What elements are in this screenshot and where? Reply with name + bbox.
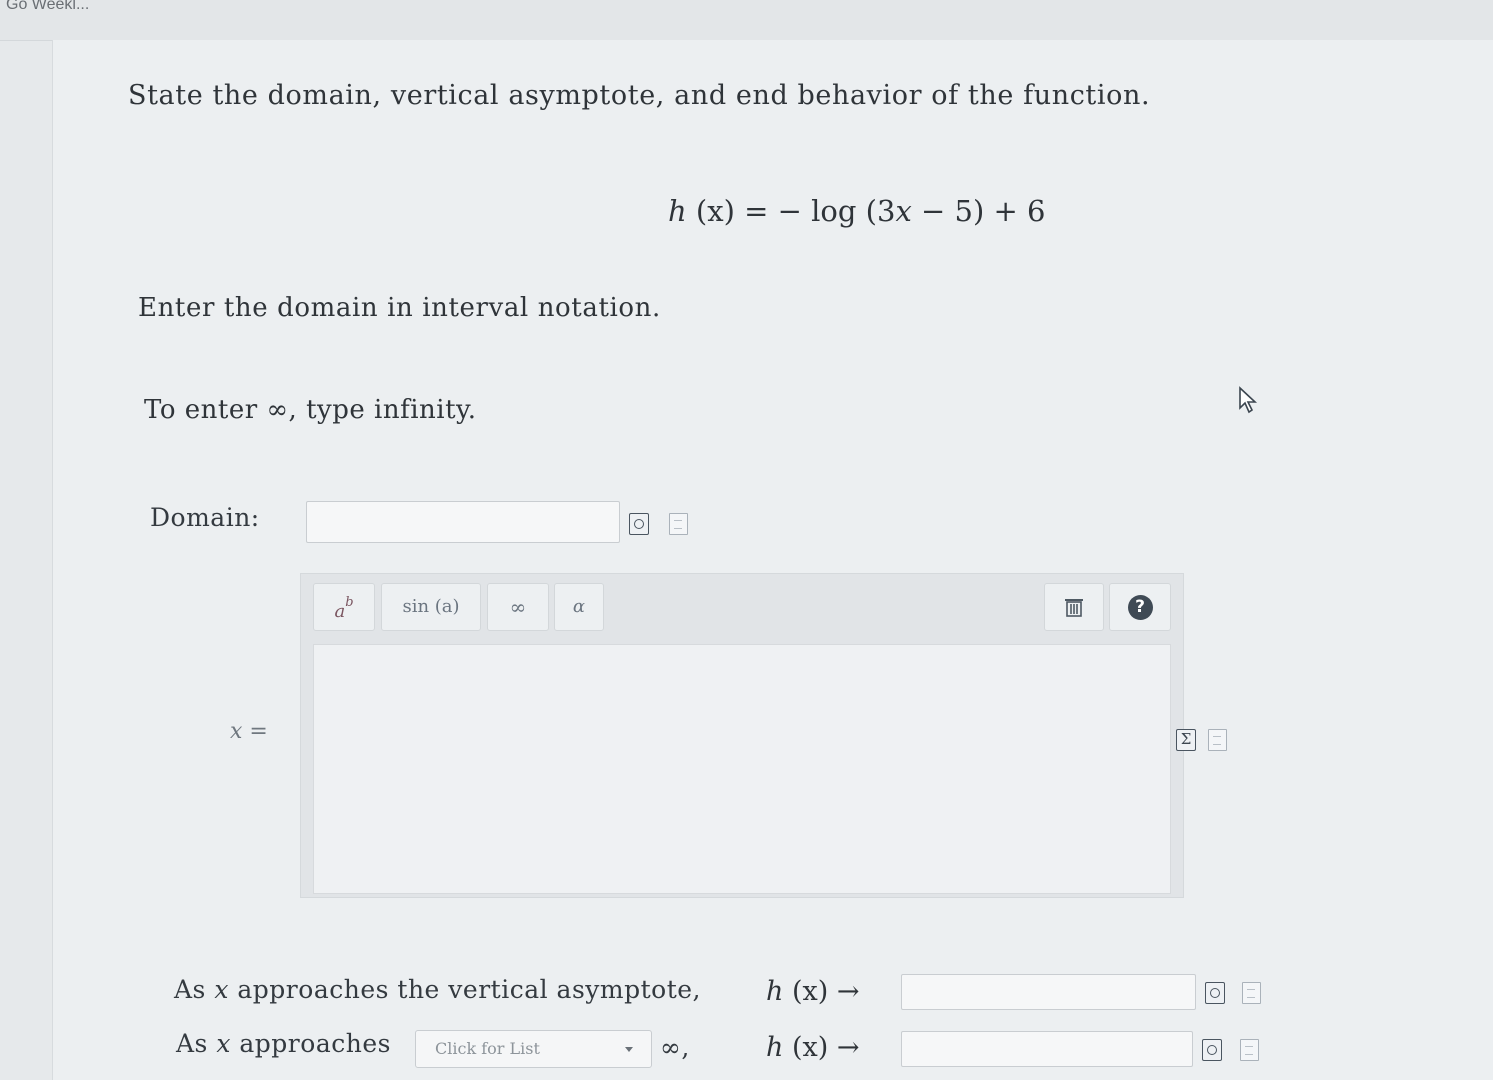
document-icon[interactable] — [1242, 982, 1261, 1004]
greek-button[interactable]: α — [554, 583, 604, 631]
end-infinity-text: ∞, — [660, 1033, 690, 1062]
preview-icon[interactable] — [1202, 1039, 1222, 1061]
preview-icon[interactable] — [1205, 982, 1225, 1004]
hx-arg: (x) — [791, 976, 829, 1007]
end-text-post: approaches — [230, 1029, 391, 1058]
power-exp: b — [345, 595, 354, 610]
domain-label: Domain: — [150, 503, 260, 532]
help-button[interactable]: ? — [1109, 583, 1171, 631]
infinity-button[interactable]: ∞ — [487, 583, 549, 631]
end-behavior-row-text: As x approaches — [176, 1029, 391, 1058]
end-text-pre: As — [176, 1029, 217, 1058]
hx-fn: h — [766, 1032, 784, 1063]
question-prompt: State the domain, vertical asymptote, an… — [128, 80, 1151, 111]
x-var: x — [230, 719, 243, 744]
equals-sign: = — [249, 719, 268, 744]
trash-icon — [1065, 599, 1083, 617]
formula-var: x — [895, 194, 912, 228]
end-var: x — [216, 1029, 231, 1058]
infinity-instruction: To enter ∞, type infinity. — [144, 395, 477, 425]
hx-fn: h — [766, 976, 784, 1007]
direction-select[interactable]: Click for List — [415, 1030, 652, 1068]
asymptote-row-text: As x approaches the vertical asymptote, — [174, 975, 701, 1004]
asymptote-var: x — [214, 975, 229, 1004]
domain-instruction: Enter the domain in interval notation. — [138, 293, 661, 323]
trash-button[interactable] — [1044, 583, 1104, 631]
trig-button[interactable]: sin (a) — [381, 583, 481, 631]
tab-title[interactable]: Go Weekl... — [6, 0, 89, 14]
document-icon[interactable] — [1240, 1039, 1259, 1061]
formula-fn: h — [668, 194, 687, 228]
preview-icon[interactable] — [629, 513, 649, 535]
document-icon[interactable] — [1208, 729, 1227, 751]
help-icon: ? — [1127, 594, 1153, 620]
end-hx: h (x) → — [766, 1032, 860, 1063]
math-editor: ab sin (a) ∞ α ? — [300, 573, 1184, 898]
end-behavior-limit-input[interactable] — [901, 1031, 1193, 1067]
power-button[interactable]: ab — [313, 583, 375, 631]
math-input-area[interactable] — [313, 644, 1171, 894]
hx-arrow: → — [828, 1032, 860, 1063]
power-base: a — [334, 601, 346, 622]
hx-arg: (x) — [791, 1032, 829, 1063]
browser-tab-bar: Go Weekl... — [0, 0, 1493, 41]
asymptote-hx: h (x) → — [766, 976, 860, 1007]
formula-eq: = − log (3 — [744, 194, 896, 228]
formula-rest: − 5) + 6 — [911, 194, 1046, 228]
formula-arg: (x) — [695, 194, 735, 228]
sigma-icon[interactable]: Σ — [1176, 729, 1196, 751]
function-formula: h (x) = − log (3x − 5) + 6 — [668, 194, 1045, 228]
direction-select-value: Click for List — [435, 1039, 540, 1058]
x-equals-label: x = — [230, 719, 268, 744]
domain-input[interactable] — [306, 501, 620, 543]
mouse-cursor-icon — [1239, 386, 1258, 414]
document-icon[interactable] — [669, 513, 688, 535]
asymptote-text-pre: As — [174, 975, 215, 1004]
hx-arrow: → — [828, 976, 860, 1007]
asymptote-text-post: approaches the vertical asymptote, — [228, 975, 701, 1004]
chevron-down-icon — [625, 1047, 633, 1052]
asymptote-limit-input[interactable] — [901, 974, 1196, 1010]
